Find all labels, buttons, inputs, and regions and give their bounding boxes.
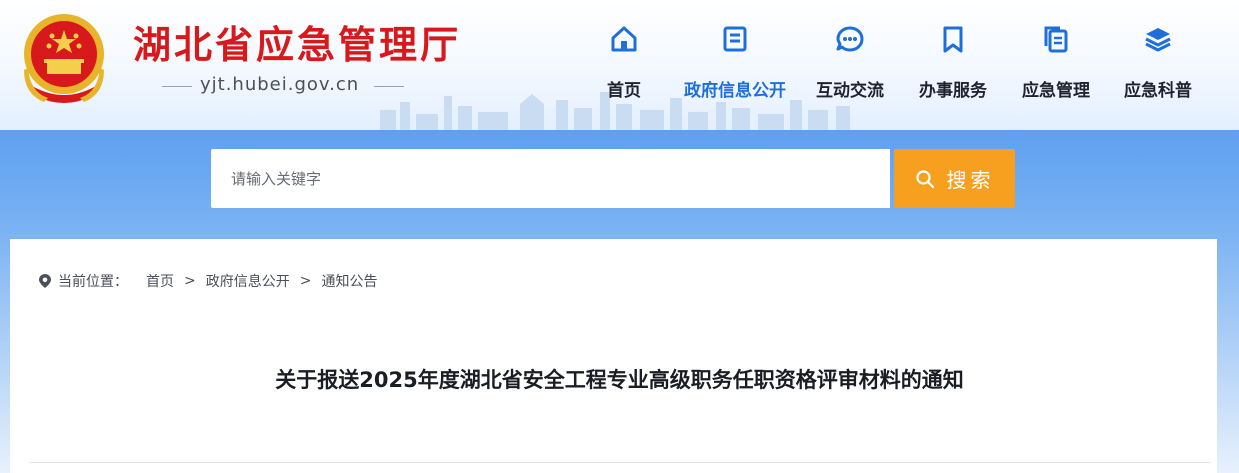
search-button[interactable]: 搜索 bbox=[894, 149, 1015, 208]
breadcrumb-link-notices[interactable]: 通知公告 bbox=[321, 271, 377, 291]
nav-item-emergency-management[interactable]: 应急管理 bbox=[1001, 22, 1111, 112]
breadcrumb-separator: > bbox=[184, 273, 196, 289]
breadcrumb-separator: > bbox=[299, 273, 312, 289]
nav-label: 首页 bbox=[607, 81, 641, 101]
nav-label: 应急管理 bbox=[1022, 81, 1090, 101]
breadcrumb-link-home[interactable]: 首页 bbox=[146, 271, 174, 291]
nav-label: 应急科普 bbox=[1124, 81, 1192, 101]
search-input[interactable] bbox=[211, 149, 890, 208]
breadcrumb: 当前位置： 首页 > 政府信息公开 > 通知公告 bbox=[38, 271, 377, 291]
breadcrumb-link-government-info[interactable]: 政府信息公开 bbox=[206, 271, 290, 291]
copy-docs-icon bbox=[1044, 26, 1068, 53]
bookmark-icon bbox=[943, 26, 963, 53]
search-icon bbox=[915, 169, 934, 188]
nav-item-interaction[interactable]: 互动交流 bbox=[795, 22, 905, 112]
domain-divider-left bbox=[162, 86, 192, 87]
national-emblem-logo bbox=[24, 14, 104, 103]
nav-label: 互动交流 bbox=[816, 81, 884, 101]
nav-item-government-info[interactable]: 政府信息公开 bbox=[680, 22, 790, 112]
site-header: 湖北省应急管理厅 yjt.hubei.gov.cn 首页 政府信息公开 互动交流 bbox=[0, 0, 1239, 130]
chat-bubble-icon bbox=[836, 26, 864, 52]
layers-icon bbox=[1145, 28, 1171, 52]
title-divider bbox=[30, 462, 1210, 463]
document-list-icon bbox=[723, 26, 747, 52]
site-name: 湖北省应急管理厅 bbox=[133, 23, 462, 67]
article-title: 关于报送2025年度湖北省安全工程专业高级职务任职资格评审材料的通知 bbox=[275, 368, 964, 392]
nav-label: 办事服务 bbox=[919, 81, 987, 101]
domain-divider-right bbox=[374, 86, 404, 87]
search-button-label: 搜索 bbox=[946, 168, 995, 192]
home-icon bbox=[611, 26, 637, 52]
nav-item-emergency-education[interactable]: 应急科普 bbox=[1103, 22, 1213, 112]
nav-item-home[interactable]: 首页 bbox=[569, 22, 679, 112]
location-pin-icon bbox=[39, 274, 51, 288]
nav-label: 政府信息公开 bbox=[684, 81, 786, 101]
site-domain: yjt.hubei.gov.cn bbox=[200, 74, 360, 95]
nav-item-services[interactable]: 办事服务 bbox=[898, 22, 1008, 112]
breadcrumb-label: 当前位置： bbox=[58, 274, 128, 290]
